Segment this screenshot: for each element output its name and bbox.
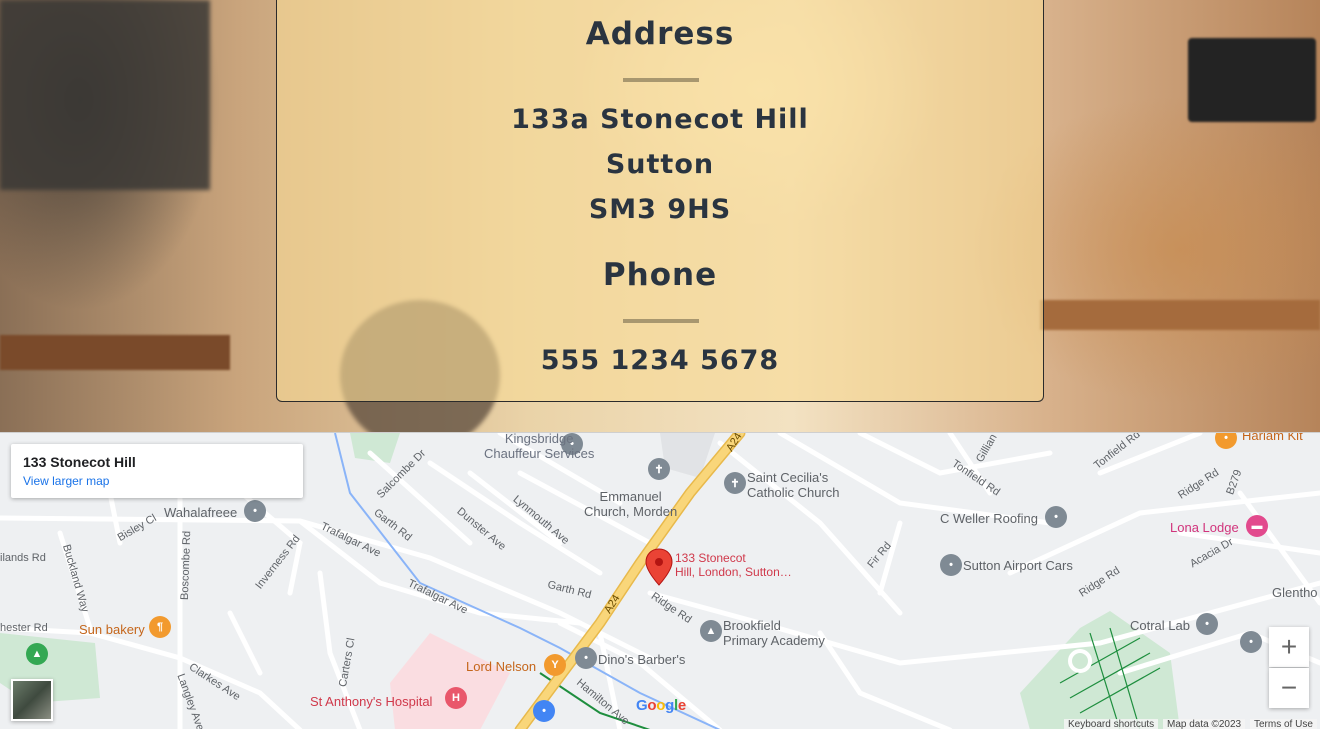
- brookfield-pin[interactable]: ▲: [700, 620, 722, 642]
- st-cecilia-pin[interactable]: ✝: [724, 472, 746, 494]
- kingsbridge-label-line2: Chauffeur Services: [484, 446, 595, 461]
- address-divider: [623, 78, 699, 82]
- st-cecilia-label-line1: Saint Cecilia's: [747, 470, 829, 485]
- wahalafreee-pin[interactable]: •: [244, 500, 266, 522]
- address-heading: Address: [585, 16, 735, 52]
- view-larger-map-link[interactable]: View larger map: [23, 474, 291, 488]
- google-logo-letter-o1: o: [647, 697, 657, 714]
- location-marker[interactable]: [645, 548, 673, 586]
- phone-heading: Phone: [602, 257, 718, 293]
- background-shelf-left: [0, 335, 230, 370]
- background-menu-board: [0, 0, 210, 190]
- sun-bakery-pin[interactable]: ¶: [149, 616, 171, 638]
- road-label-chester: hester Rd: [0, 622, 48, 634]
- c-weller-pin[interactable]: •: [1045, 506, 1067, 528]
- address-line-1: 133a Stonecot Hill: [511, 104, 809, 135]
- cotral-lab-pin[interactable]: •: [1196, 613, 1218, 635]
- lona-lodge-label: Lona Lodge: [1170, 520, 1239, 535]
- hero-background: Address 133a Stonecot Hill Sutton SM3 9H…: [0, 0, 1320, 432]
- st-cecilia-label: Saint Cecilia's Catholic Church: [747, 470, 840, 500]
- sun-bakery-label: Sun bakery: [79, 622, 145, 637]
- emmanuel-church-pin[interactable]: ✝: [648, 458, 670, 480]
- cotral-lab-label: Cotral Lab: [1130, 618, 1190, 633]
- brookfield-label-line2: Primary Academy: [723, 633, 825, 648]
- background-speaker: [1188, 38, 1316, 122]
- embedded-map[interactable]: • ✝ ✝ • • ▬ • • ▲ • Y H ¶ • ▲ • • Kingsb…: [0, 432, 1320, 729]
- park-pin[interactable]: ▲: [26, 643, 48, 665]
- google-logo-letter-e: e: [677, 697, 686, 714]
- terms-of-use-link[interactable]: Terms of Use: [1250, 719, 1317, 729]
- emmanuel-label: Emmanuel Church, Morden: [584, 489, 677, 519]
- emmanuel-label-line2: Church, Morden: [584, 504, 678, 519]
- shop-pin[interactable]: •: [533, 700, 555, 722]
- google-logo: Google: [636, 697, 686, 714]
- st-anthonys-label: St Anthony's Hospital: [310, 694, 433, 709]
- address-line-2: Sutton: [605, 149, 715, 180]
- zoom-out-button[interactable]: −: [1269, 668, 1309, 708]
- sutton-airport-cars-label: Sutton Airport Cars: [963, 558, 1073, 573]
- marker-label-line1: 133 Stonecot: [675, 551, 746, 565]
- keyboard-shortcuts-link[interactable]: Keyboard shortcuts: [1064, 719, 1159, 729]
- google-logo-letter-g: G: [636, 697, 648, 714]
- glenthorne-label: Glentho: [1272, 585, 1318, 600]
- satellite-layer-toggle[interactable]: [11, 679, 53, 721]
- kingsbridge-label: Kingsbridge Chauffeur Services: [484, 432, 595, 461]
- sutton-airport-cars-pin[interactable]: •: [940, 554, 962, 576]
- road-label-nilands: ilands Rd: [0, 552, 46, 564]
- lord-nelson-pin[interactable]: Y: [544, 654, 566, 676]
- wahalafreee-label: Wahalafreee: [164, 505, 238, 520]
- brookfield-label-line1: Brookfield: [723, 618, 781, 633]
- phone-divider: [623, 319, 699, 323]
- glenthorne-pin[interactable]: •: [1240, 631, 1262, 653]
- marker-label: 133 Stonecot Hill, London, Sutton…: [675, 551, 792, 579]
- marker-label-line2: Hill, London, Sutton…: [675, 565, 792, 579]
- brookfield-label: Brookfield Primary Academy: [723, 618, 825, 648]
- address-line-3: SM3 9HS: [588, 194, 732, 225]
- dinos-label: Dino's Barber's: [598, 652, 686, 667]
- dinos-barbers-pin[interactable]: •: [575, 647, 597, 669]
- lord-nelson-label: Lord Nelson: [466, 659, 537, 674]
- lona-lodge-pin[interactable]: ▬: [1246, 515, 1268, 537]
- zoom-in-button[interactable]: +: [1269, 627, 1309, 667]
- hospital-area: [390, 633, 510, 729]
- phone-number: 555 1234 5678: [540, 345, 780, 376]
- map-place-card: 133 Stonecot Hill View larger map: [11, 444, 303, 498]
- kingsbridge-label-line1: Kingsbridge: [504, 432, 574, 446]
- contact-info-card: Address 133a Stonecot Hill Sutton SM3 9H…: [276, 0, 1044, 402]
- map-place-title: 133 Stonecot Hill: [23, 454, 136, 470]
- map-data-attribution: Map data ©2023: [1163, 719, 1246, 729]
- emmanuel-label-line1: Emmanuel: [599, 489, 662, 504]
- c-weller-label: C Weller Roofing: [940, 511, 1039, 526]
- location-marker-dot: [655, 558, 663, 566]
- background-shelf-right: [1040, 300, 1320, 330]
- google-logo-letter-o2: o: [656, 697, 666, 714]
- harlam-label: Harlam Kit: [1242, 432, 1303, 443]
- st-anthonys-hospital-pin[interactable]: H: [445, 687, 467, 709]
- google-logo-letter-g2: g: [665, 697, 674, 714]
- road-label-boscombe: Boscombe Rd: [178, 530, 194, 601]
- st-cecilia-label-line2: Catholic Church: [747, 485, 840, 500]
